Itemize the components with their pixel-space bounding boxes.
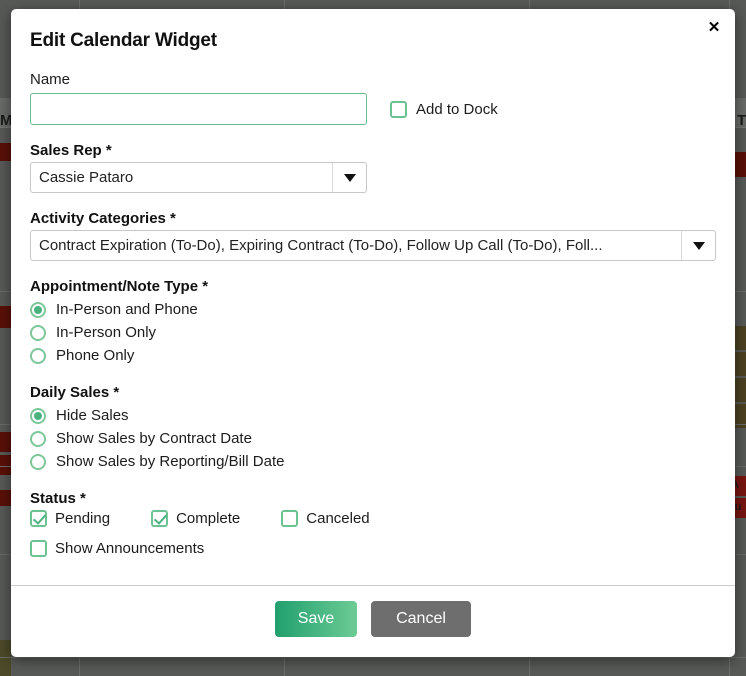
sales-rep-value: Cassie Pataro bbox=[31, 163, 332, 192]
checkbox-icon[interactable] bbox=[30, 510, 47, 527]
radio-label: Hide Sales bbox=[56, 407, 129, 424]
status-label: Status * bbox=[30, 490, 716, 507]
checkbox-icon[interactable] bbox=[151, 510, 168, 527]
radio-label: Show Sales by Contract Date bbox=[56, 430, 252, 447]
activity-categories-value: Contract Expiration (To-Do), Expiring Co… bbox=[31, 231, 681, 260]
backdrop-day-label-tuesday: T bbox=[737, 113, 746, 128]
sales-rep-select[interactable]: Cassie Pataro bbox=[30, 162, 367, 193]
dialog-footer: Save Cancel bbox=[11, 585, 735, 657]
checkbox-option-complete[interactable]: Complete bbox=[151, 510, 240, 527]
backdrop-event-block bbox=[735, 326, 746, 350]
radio-label: Show Sales by Reporting/Bill Date bbox=[56, 453, 284, 470]
radio-label: Phone Only bbox=[56, 347, 134, 364]
radio-option-show-sales-reporting-bill-date[interactable]: Show Sales by Reporting/Bill Date bbox=[30, 450, 716, 473]
backdrop-event-block bbox=[735, 152, 746, 177]
backdrop-event-block bbox=[0, 455, 11, 475]
activity-categories-group: Activity Categories * Contract Expiratio… bbox=[30, 210, 716, 261]
backdrop-event-block bbox=[735, 378, 746, 402]
edit-calendar-widget-dialog: ✕ Edit Calendar Widget Name Add to Dock … bbox=[11, 9, 735, 657]
radio-icon[interactable] bbox=[30, 348, 46, 364]
radio-option-hide-sales[interactable]: Hide Sales bbox=[30, 404, 716, 427]
radio-icon[interactable] bbox=[30, 454, 46, 470]
add-to-dock-option[interactable]: Add to Dock bbox=[390, 101, 498, 118]
dialog-body: Edit Calendar Widget Name Add to Dock Sa… bbox=[11, 9, 735, 585]
radio-label: In-Person Only bbox=[56, 324, 156, 341]
radio-icon[interactable] bbox=[30, 431, 46, 447]
checkbox-option-canceled[interactable]: Canceled bbox=[281, 510, 369, 527]
backdrop-event-block bbox=[0, 306, 11, 328]
activity-categories-label: Activity Categories * bbox=[30, 210, 716, 227]
radio-option-show-sales-contract-date[interactable]: Show Sales by Contract Date bbox=[30, 427, 716, 450]
chevron-down-icon[interactable] bbox=[332, 163, 366, 192]
status-options-row: Pending Complete Canceled bbox=[30, 510, 716, 527]
add-to-dock-checkbox[interactable] bbox=[390, 101, 407, 118]
checkbox-label: Pending bbox=[55, 510, 110, 527]
cancel-button[interactable]: Cancel bbox=[371, 601, 471, 637]
add-to-dock-label: Add to Dock bbox=[416, 101, 498, 118]
status-group: Status * Pending Complete Canceled Show … bbox=[30, 490, 716, 557]
checkbox-option-pending[interactable]: Pending bbox=[30, 510, 110, 527]
radio-icon[interactable] bbox=[30, 408, 46, 424]
radio-icon[interactable] bbox=[30, 325, 46, 341]
backdrop-event-block bbox=[0, 143, 11, 161]
chevron-down-icon[interactable] bbox=[681, 231, 715, 260]
radio-option-in-person-and-phone[interactable]: In-Person and Phone bbox=[30, 298, 716, 321]
save-button[interactable]: Save bbox=[275, 601, 357, 637]
appointment-note-type-label: Appointment/Note Type * bbox=[30, 278, 716, 295]
radio-icon[interactable] bbox=[30, 302, 46, 318]
checkbox-label: Canceled bbox=[306, 510, 369, 527]
checkbox-icon[interactable] bbox=[30, 540, 47, 557]
backdrop-event-block bbox=[735, 352, 746, 376]
daily-sales-group: Daily Sales * Hide Sales Show Sales by C… bbox=[30, 384, 716, 473]
sales-rep-group: Sales Rep * Cassie Pataro bbox=[30, 142, 716, 193]
name-row: Add to Dock bbox=[30, 93, 716, 125]
activity-categories-select[interactable]: Contract Expiration (To-Do), Expiring Co… bbox=[30, 230, 716, 261]
sales-rep-label: Sales Rep * bbox=[30, 142, 716, 159]
backdrop-event-block bbox=[0, 640, 11, 676]
radio-option-in-person-only[interactable]: In-Person Only bbox=[30, 321, 716, 344]
radio-option-phone-only[interactable]: Phone Only bbox=[30, 344, 716, 367]
appointment-note-type-group: Appointment/Note Type * In-Person and Ph… bbox=[30, 278, 716, 367]
checkbox-option-show-announcements[interactable]: Show Announcements bbox=[30, 540, 716, 557]
daily-sales-label: Daily Sales * bbox=[30, 384, 716, 401]
radio-label: In-Person and Phone bbox=[56, 301, 198, 318]
name-label: Name bbox=[30, 71, 716, 88]
show-announcements-label: Show Announcements bbox=[55, 540, 204, 557]
backdrop-event-block bbox=[0, 432, 11, 452]
dialog-title: Edit Calendar Widget bbox=[30, 30, 716, 52]
backdrop-row-divider bbox=[0, 657, 746, 658]
checkbox-icon[interactable] bbox=[281, 510, 298, 527]
checkbox-label: Complete bbox=[176, 510, 240, 527]
backdrop-event-block bbox=[0, 490, 11, 506]
name-input[interactable] bbox=[30, 93, 367, 125]
